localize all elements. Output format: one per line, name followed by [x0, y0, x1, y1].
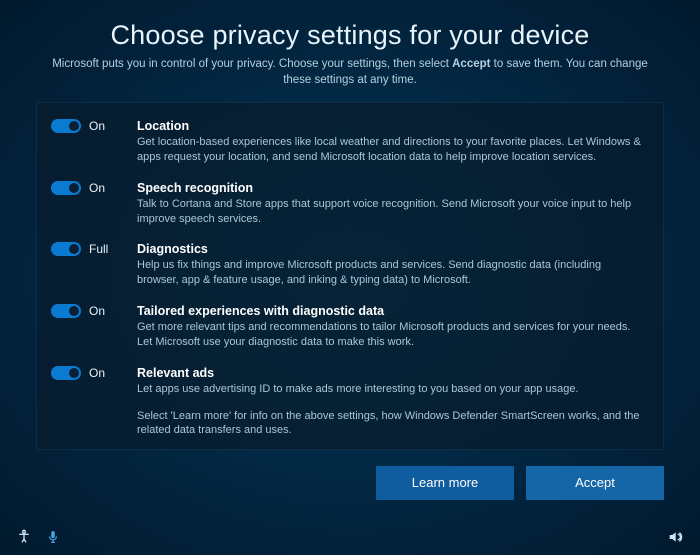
- taskbar: [0, 519, 700, 555]
- toggle-label: Full: [89, 242, 108, 256]
- button-row: Learn more Accept: [36, 466, 664, 500]
- toggle-speech[interactable]: [51, 181, 81, 195]
- setting-row-diagnostics: Full Diagnostics Help us fix things and …: [51, 242, 641, 288]
- setting-desc: Talk to Cortana and Store apps that supp…: [137, 197, 641, 227]
- setting-row-tailored: On Tailored experiences with diagnostic …: [51, 304, 641, 350]
- setting-row-ads: On Relevant ads Let apps use advertising…: [51, 366, 641, 439]
- footnote: Select 'Learn more' for info on the abov…: [137, 409, 641, 439]
- setting-title: Relevant ads: [137, 366, 641, 380]
- toggle-diagnostics[interactable]: [51, 242, 81, 256]
- toggle-tailored[interactable]: [51, 304, 81, 318]
- volume-icon[interactable]: [666, 529, 684, 545]
- cortana-mic-icon[interactable]: [46, 528, 60, 546]
- page-subtitle: Microsoft puts you in control of your pr…: [45, 57, 655, 88]
- toggle-label: On: [89, 366, 105, 380]
- privacy-setup-screen: Choose privacy settings for your device …: [0, 0, 700, 555]
- toggle-label: On: [89, 119, 105, 133]
- accept-button[interactable]: Accept: [526, 466, 664, 500]
- setting-title: Speech recognition: [137, 181, 641, 195]
- setting-row-location: On Location Get location-based experienc…: [51, 119, 641, 165]
- setting-desc: Help us fix things and improve Microsoft…: [137, 258, 641, 288]
- setting-desc: Let apps use advertising ID to make ads …: [137, 382, 641, 397]
- setting-desc: Get more relevant tips and recommendatio…: [137, 320, 641, 350]
- setting-title: Location: [137, 119, 641, 133]
- ease-of-access-icon[interactable]: [16, 529, 32, 545]
- toggle-label: On: [89, 304, 105, 318]
- learn-more-button[interactable]: Learn more: [376, 466, 514, 500]
- toggle-location[interactable]: [51, 119, 81, 133]
- page-title: Choose privacy settings for your device: [36, 20, 664, 51]
- toggle-ads[interactable]: [51, 366, 81, 380]
- setting-title: Tailored experiences with diagnostic dat…: [137, 304, 641, 318]
- settings-panel: On Location Get location-based experienc…: [36, 102, 664, 450]
- setting-desc: Get location-based experiences like loca…: [137, 135, 641, 165]
- setting-title: Diagnostics: [137, 242, 641, 256]
- toggle-label: On: [89, 181, 105, 195]
- setting-row-speech: On Speech recognition Talk to Cortana an…: [51, 181, 641, 227]
